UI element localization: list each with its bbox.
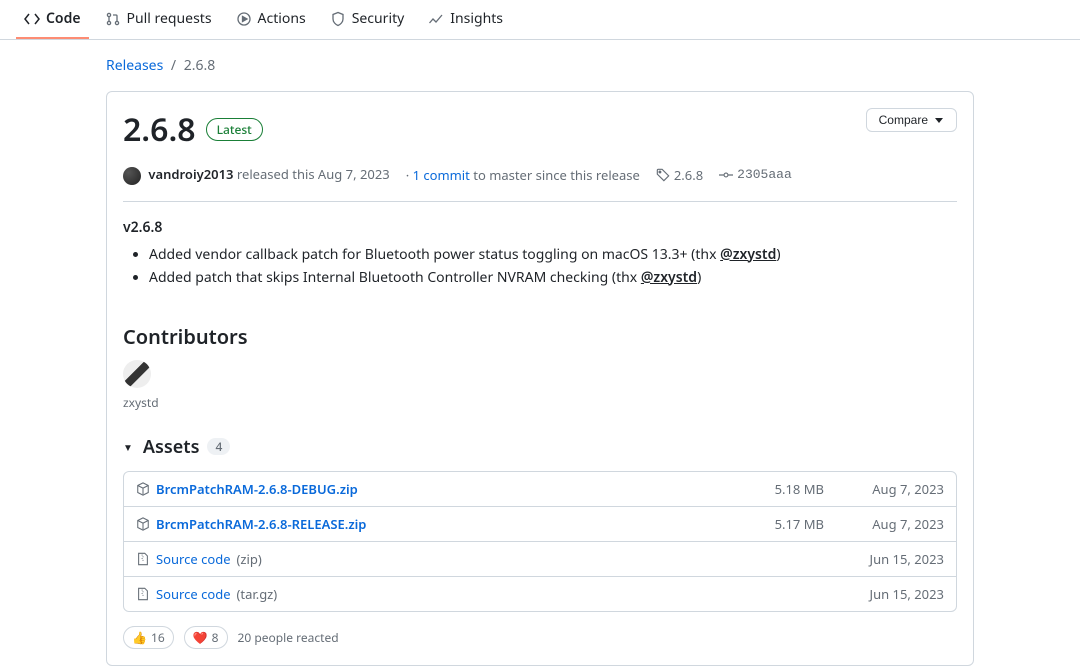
mention-link[interactable]: @zxystd: [720, 245, 776, 264]
asset-date: Aug 7, 2023: [824, 515, 944, 533]
author-avatar[interactable]: [123, 167, 141, 185]
package-icon: [136, 517, 150, 531]
assets-section: ▼ Assets 4 BrcmPatchRAM-2.6.8-DEBUG.zip …: [123, 435, 957, 612]
breadcrumb-current: 2.6.8: [184, 56, 216, 75]
breadcrumb: Releases / 2.6.8: [106, 40, 974, 91]
commits-prefix: ·: [406, 166, 409, 184]
package-icon: [136, 482, 150, 496]
play-icon: [236, 11, 252, 27]
commit-sha[interactable]: 2305aaa: [737, 167, 792, 182]
file-zip-icon: [136, 587, 150, 601]
nav-label: Pull requests: [127, 9, 212, 28]
contributor-name[interactable]: zxystd: [123, 394, 957, 411]
asset-link[interactable]: Source code: [156, 585, 231, 603]
asset-link[interactable]: Source code: [156, 550, 231, 568]
repo-nav: Code Pull requests Actions Security Insi…: [0, 0, 1080, 40]
asset-row: BrcmPatchRAM-2.6.8-DEBUG.zip 5.18 MB Aug…: [124, 472, 956, 506]
assets-toggle[interactable]: ▼ Assets 4: [123, 435, 957, 459]
changelog-item: Added patch that skips Internal Bluetoot…: [149, 268, 957, 287]
triangle-down-icon: ▼: [123, 440, 133, 454]
release-title: 2.6.8: [123, 108, 196, 151]
reaction-heart[interactable]: ❤️ 8: [184, 626, 228, 649]
contributors-section: Contributors zxystd: [123, 323, 957, 411]
heart-icon: ❤️: [193, 629, 208, 646]
asset-size: 5.18 MB: [704, 480, 824, 498]
version-header: v2.6.8: [123, 218, 957, 237]
asset-date: Jun 15, 2023: [824, 585, 944, 603]
nav-insights[interactable]: Insights: [420, 0, 511, 39]
asset-link[interactable]: BrcmPatchRAM-2.6.8-RELEASE.zip: [156, 515, 366, 533]
asset-ext: (tar.gz): [237, 585, 278, 603]
tag-name[interactable]: 2.6.8: [674, 166, 703, 184]
commit-icon: [719, 168, 733, 182]
release-panel: 2.6.8 Latest Compare vandroiy2013 releas…: [106, 91, 974, 666]
tag-icon: [656, 168, 670, 182]
asset-date: Aug 7, 2023: [824, 480, 944, 498]
breadcrumb-separator: /: [171, 56, 176, 75]
reaction-count: 16: [151, 629, 165, 646]
contributor-avatar-link[interactable]: [123, 360, 957, 388]
triangle-down-icon: [934, 115, 944, 125]
compare-label: Compare: [879, 113, 928, 127]
author-link[interactable]: vandroiy2013: [148, 165, 233, 183]
asset-ext: (zip): [237, 550, 262, 568]
nav-label: Security: [352, 9, 405, 28]
reaction-thumbsup[interactable]: 👍 16: [123, 626, 174, 649]
contributor-avatar: [123, 360, 151, 388]
nav-code[interactable]: Code: [16, 0, 89, 39]
reaction-count: 8: [212, 629, 219, 646]
asset-date: Jun 15, 2023: [824, 550, 944, 568]
nav-label: Actions: [258, 9, 306, 28]
file-zip-icon: [136, 552, 150, 566]
mention-link[interactable]: @zxystd: [641, 268, 697, 287]
asset-row: Source code (tar.gz) Jun 15, 2023: [124, 576, 956, 611]
asset-row: Source code (zip) Jun 15, 2023: [124, 541, 956, 576]
nav-actions[interactable]: Actions: [228, 0, 314, 39]
asset-link[interactable]: BrcmPatchRAM-2.6.8-DEBUG.zip: [156, 480, 358, 498]
nav-label: Code: [46, 9, 81, 28]
commits-link[interactable]: 1 commit: [413, 166, 470, 184]
nav-security[interactable]: Security: [322, 0, 413, 39]
reaction-summary: 20 people reacted: [238, 629, 339, 646]
thumbsup-icon: 👍: [132, 629, 147, 646]
git-pull-request-icon: [105, 11, 121, 27]
code-icon: [24, 11, 40, 27]
nav-label: Insights: [450, 9, 503, 28]
release-body: v2.6.8 Added vendor callback patch for B…: [123, 202, 957, 299]
changelog-item: Added vendor callback patch for Bluetoot…: [149, 245, 957, 264]
shield-icon: [330, 11, 346, 27]
contributors-heading: Contributors: [123, 323, 957, 350]
assets-list: BrcmPatchRAM-2.6.8-DEBUG.zip 5.18 MB Aug…: [123, 471, 957, 612]
nav-pull-requests[interactable]: Pull requests: [97, 0, 220, 39]
breadcrumb-root-link[interactable]: Releases: [106, 56, 163, 75]
reactions-bar: 👍 16 ❤️ 8 20 people reacted: [123, 626, 957, 649]
release-meta: vandroiy2013 released this Aug 7, 2023 ·…: [123, 165, 957, 202]
compare-button[interactable]: Compare: [866, 108, 957, 132]
commits-suffix: to master since this release: [473, 166, 640, 184]
asset-size: 5.17 MB: [704, 515, 824, 533]
released-text: released this Aug 7, 2023: [237, 165, 390, 183]
graph-icon: [428, 11, 444, 27]
asset-row: BrcmPatchRAM-2.6.8-RELEASE.zip 5.17 MB A…: [124, 506, 956, 541]
latest-badge: Latest: [206, 118, 263, 141]
assets-heading: Assets: [143, 435, 200, 459]
assets-count: 4: [207, 438, 230, 455]
